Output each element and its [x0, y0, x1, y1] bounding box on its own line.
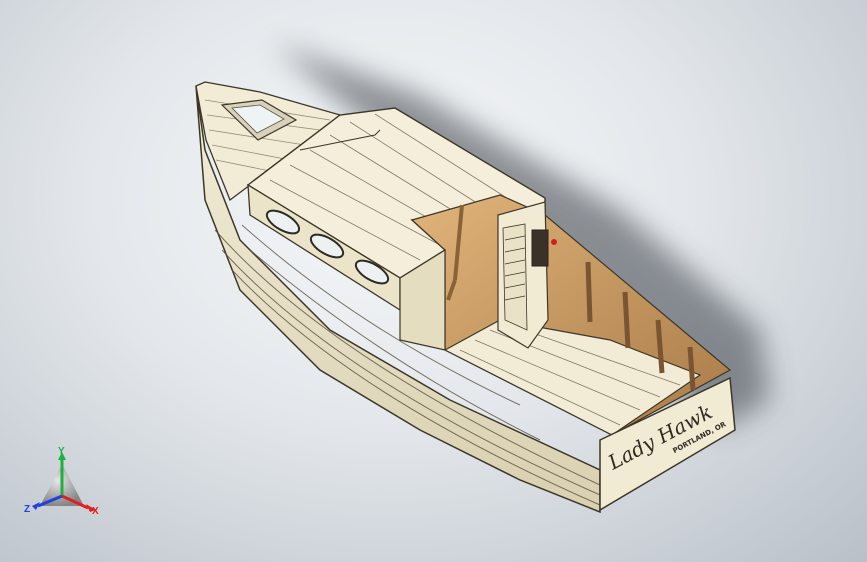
graphics-viewport[interactable]: Lady Hawk PORTLAND, OR Y X Z [0, 0, 867, 562]
reference-triad[interactable]: Y X Z [22, 446, 108, 526]
helm-gauges [531, 229, 549, 267]
x-axis-label: X [92, 506, 99, 517]
y-axis-label: Y [58, 446, 65, 457]
helm-indicator [551, 239, 557, 245]
boat-model[interactable]: Lady Hawk PORTLAND, OR [0, 0, 867, 562]
z-axis-label: Z [24, 504, 30, 515]
